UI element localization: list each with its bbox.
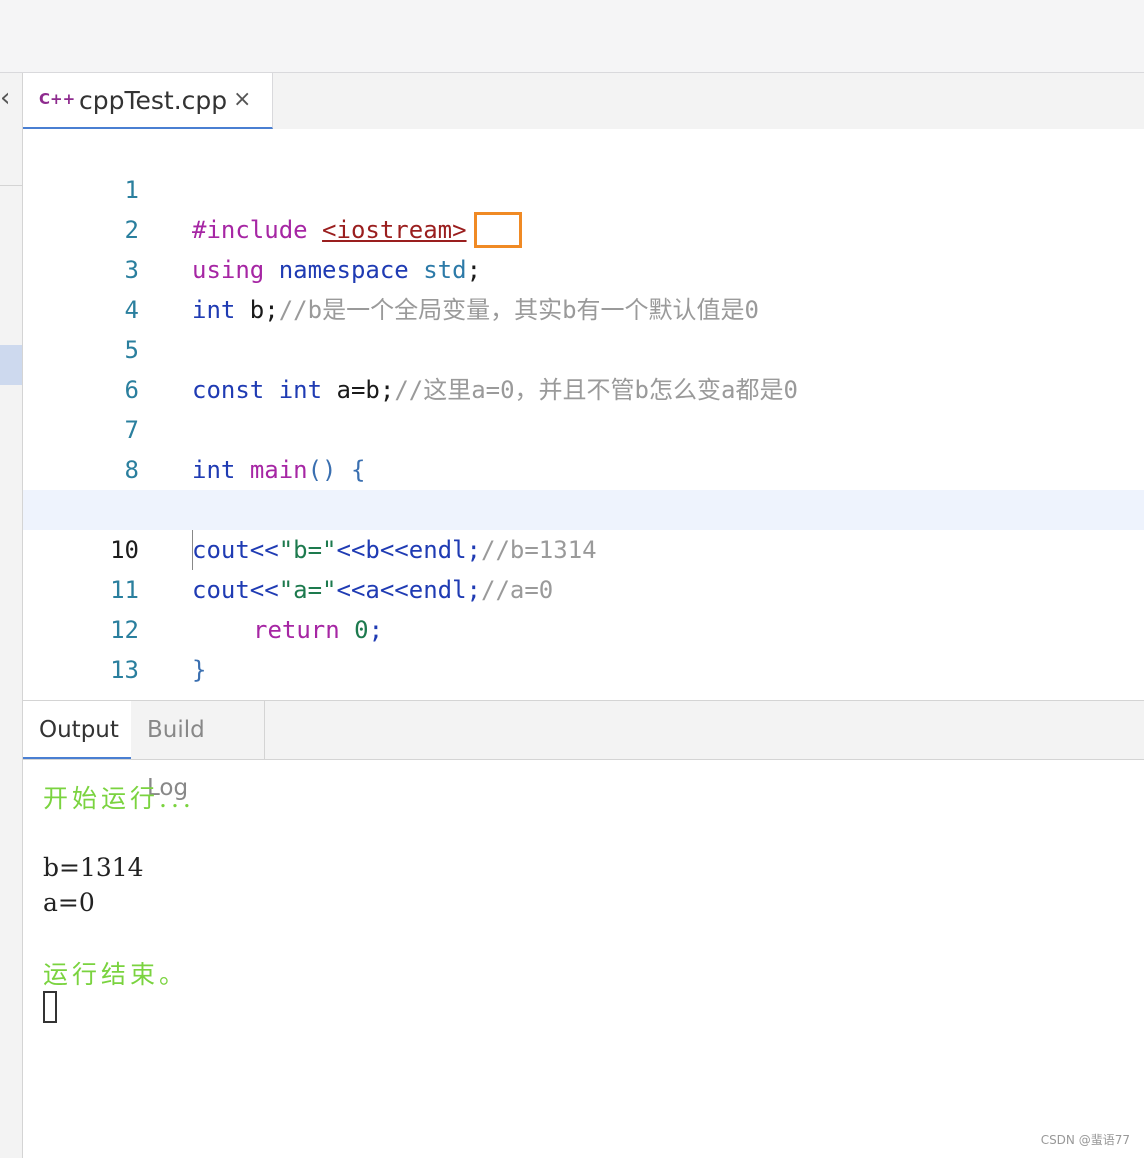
panel-tab-strip: Output Build Log: [23, 701, 1144, 801]
output-line-a: a=0: [43, 888, 95, 917]
terminal-cursor[interactable]: [43, 991, 57, 1023]
watermark: CSDN @蜚语77: [1040, 1133, 1130, 1147]
cpp-file-icon: C++: [39, 90, 76, 108]
tab-title: cppTest.cpp: [79, 86, 228, 115]
code-line-13: 13: [23, 610, 1144, 684]
annotation-highlight-box: [474, 212, 522, 248]
code-line-7: 7 int main() {: [23, 370, 1144, 484]
code-line-1: 1 #include <iostream>: [23, 130, 1144, 244]
code-text: }: [192, 656, 207, 684]
tab-cpptest[interactable]: C++ cppTest.cpp ×: [23, 73, 273, 129]
output-line-b: b=1314: [43, 853, 144, 882]
output-run-end: 运行结束。: [43, 960, 189, 989]
sidebar-divider: [0, 185, 22, 186]
chevron-left-icon[interactable]: ‹: [0, 85, 10, 111]
code-line-10-current: 10 cout<<"a="<<a<<endl;//a=0: [23, 490, 1144, 604]
sidebar-selected-marker: [0, 345, 22, 385]
code-line-12: 12 }: [23, 570, 1144, 684]
code-line-9: 9 cout<<"b="<<b<<endl;//b=1314: [23, 450, 1144, 564]
bottom-panel: Output Build Log 开始运行... b=1314 a=0 运行结束…: [23, 700, 1144, 1159]
editor-tab-strip: C++ cppTest.cpp ×: [23, 73, 1144, 129]
top-toolbar: [0, 0, 1144, 73]
code-line-6: 6: [23, 330, 1144, 404]
tab-build-log[interactable]: Build Log: [131, 701, 265, 801]
code-line-2: 2 using namespace std;: [23, 170, 1144, 284]
code-line-3: 3 int b;//b是一个全局变量，其实b有一个默认值是0: [23, 210, 1144, 324]
left-sidebar-rail: ‹: [0, 73, 23, 1158]
tab-output[interactable]: Output: [23, 701, 131, 759]
close-icon[interactable]: ×: [233, 87, 251, 112]
code-editor[interactable]: 1 #include <iostream> 2 using namespace …: [23, 130, 1144, 700]
line-number: 13: [110, 656, 139, 684]
indent-guide: [192, 530, 193, 570]
code-line-8: 8 b=1314;: [23, 410, 1144, 524]
output-run-start: 开始运行...: [43, 784, 195, 813]
code-line-4: 4: [23, 250, 1144, 324]
code-line-5: 5 const int a=b;//这里a=0，并且不管b怎么变a都是0: [23, 290, 1144, 404]
